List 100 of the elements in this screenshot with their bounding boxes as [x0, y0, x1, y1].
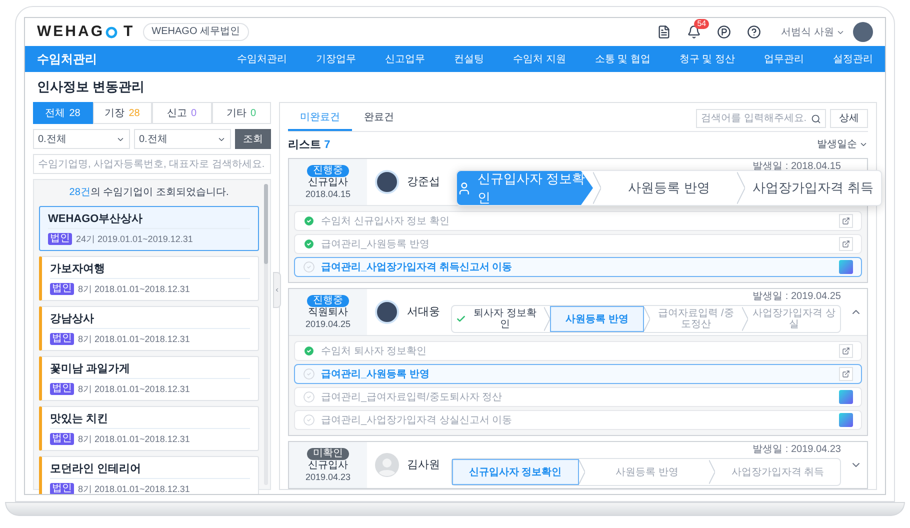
result-count-text: 28건의 수임기업이 조회되었습니다.	[68, 186, 230, 200]
filter-tab[interactable]: 전체 28	[33, 102, 92, 124]
progress-step: 신규입사자 정보확인	[452, 459, 579, 485]
occurred-date: 발생일 : 2019.04.23	[752, 444, 841, 456]
company-search-field[interactable]: 수임기업명, 사업자등록번호, 대표자로 검색하세요.	[33, 154, 271, 174]
company-type-tag: 법인	[50, 433, 74, 445]
progress-step: 사업장가입자격 취득	[715, 459, 840, 485]
progress-step: 퇴사자 정보확인	[452, 306, 544, 332]
app-shortcut-icon[interactable]	[839, 413, 853, 427]
company-card[interactable]: WEHAGO부산상사 법인 24기 2019.01.01~2019.12.31	[39, 206, 259, 251]
task-label: 급여관리_사업장가입자격 취득신고서 이동	[321, 260, 514, 274]
company-name: WEHAGO부산상사	[48, 210, 250, 229]
status-badge: 진행중	[307, 294, 349, 306]
nav-menu-item[interactable]: 업무관리	[764, 52, 804, 66]
task-row[interactable]: 급여관리_사업장가입자격 취득신고서 이동	[294, 257, 862, 277]
company-card[interactable]: 강남상사 법인 8기 2018.01.01~2018.12.31	[39, 306, 259, 351]
open-link-icon[interactable]	[839, 344, 853, 358]
company-card[interactable]: 맛있는 치킨 법인 8기 2018.01.01~2018.12.31	[39, 406, 259, 451]
change-date: 2019.04.23	[305, 472, 351, 482]
filter-select[interactable]: 0.전체	[33, 129, 130, 149]
person-icon	[457, 180, 472, 196]
detail-button[interactable]: 상세	[830, 109, 868, 128]
fiscal-period: 8기 2018.01.01~2018.12.31	[78, 333, 190, 346]
progress-step: 사원등록 반영	[584, 459, 710, 485]
fiscal-period: 8기 2018.01.01~2018.12.31	[78, 433, 190, 446]
open-link-icon[interactable]	[839, 214, 853, 228]
wehago-logo: WEHAG T	[37, 22, 135, 42]
open-link-icon[interactable]	[839, 237, 853, 251]
progress-step: 급여자료입력 /중도정산	[650, 306, 742, 332]
company-name: 강남상사	[50, 310, 250, 329]
nav-menu-item[interactable]: 수임처관리	[237, 52, 287, 66]
nav-menu-item[interactable]: 청구 및 정산	[679, 52, 735, 66]
change-type: 신규입사	[308, 460, 348, 472]
user-photo-placeholder[interactable]	[853, 22, 873, 42]
fiscal-period: 24기 2019.01.01~2019.12.31	[76, 233, 193, 246]
company-card[interactable]: 가보자여행 법인 8기 2018.01.01~2018.12.31	[39, 256, 259, 301]
company-card[interactable]: 모던라인 인테리어 법인 8기 2018.01.01~2018.12.31	[39, 456, 259, 494]
page-title: 인사정보 변동관리	[36, 78, 146, 96]
nav-menu-item[interactable]: 설정관리	[832, 52, 873, 66]
filter-select[interactable]: 0.전체	[134, 129, 231, 149]
fiscal-period: 8기 2018.01.01~2018.12.31	[78, 483, 190, 494]
company-type-tag: 법인	[50, 283, 74, 295]
company-type-tag: 법인	[48, 233, 72, 245]
change-type: 신규입사	[308, 176, 348, 188]
keyword-search-field[interactable]: 검색어를 입력해주세요.	[696, 109, 826, 128]
app-shortcut-icon[interactable]	[839, 260, 853, 274]
help-icon[interactable]	[747, 25, 762, 39]
change-date: 2018.04.15	[305, 188, 351, 200]
search-icon[interactable]	[811, 114, 821, 124]
open-link-icon[interactable]	[839, 367, 853, 381]
change-date: 2019.04.25	[305, 318, 351, 330]
employee-name: 강준섭	[407, 174, 440, 190]
user-menu[interactable]: 서범식 사원	[781, 24, 845, 40]
callout-step: 사업장가입자격 취득	[745, 171, 881, 205]
collapse-handle[interactable]	[273, 272, 281, 308]
check-icon	[456, 314, 466, 324]
company-type-tag: 법인	[50, 483, 74, 494]
company-card[interactable]: 꽃미남 과일가게 법인 8기 2018.01.01~2018.12.31	[39, 356, 259, 401]
progress-step: 사업장가입자격 상실	[748, 306, 840, 332]
task-row[interactable]: 급여관리_급여자료입력/중도퇴사자 정산	[294, 387, 862, 407]
nav-title[interactable]: 수임처관리	[37, 50, 237, 68]
task-row[interactable]: 수임처 신규입사자 정보 확인	[294, 211, 862, 231]
nav-menu-item[interactable]: 수임처 지원	[513, 52, 566, 66]
task-label: 수임처 퇴사자 정보확인	[321, 344, 428, 358]
company-type-tag: 법인	[50, 383, 74, 395]
company-name: 가보자여행	[50, 260, 250, 279]
nav-menu-item[interactable]: 소통 및 협업	[594, 52, 650, 66]
sort-dropdown[interactable]: 발생일순	[817, 137, 868, 152]
task-row[interactable]: 급여관리_사업장가입자격 상실신고서 이동	[294, 410, 862, 430]
filter-tab[interactable]: 신고 0	[152, 102, 212, 124]
fiscal-period: 8기 2018.01.01~2018.12.31	[78, 283, 190, 296]
filter-tab[interactable]: 기장 28	[92, 102, 152, 124]
point-icon[interactable]	[717, 25, 732, 39]
company-type-tag: 법인	[50, 333, 74, 345]
status-badge: 진행중	[307, 164, 349, 176]
task-row[interactable]: 수임처 퇴사자 정보확인	[294, 341, 862, 361]
task-label: 수임처 신규입사자 정보 확인	[321, 214, 450, 228]
filter-tab[interactable]: 기타 0	[212, 102, 271, 124]
company-name: 꽃미남 과일가게	[50, 360, 250, 379]
change-type: 직원퇴사	[308, 306, 348, 318]
status-tab[interactable]: 완료건	[352, 107, 406, 130]
task-row[interactable]: 급여관리_사원등록 반영	[294, 364, 862, 384]
task-label: 급여관리_사원등록 반영	[321, 368, 430, 382]
nav-menu-item[interactable]: 컨설팅	[454, 52, 484, 66]
nav-menu-item[interactable]: 기장업무	[316, 52, 356, 66]
notification-bell-icon[interactable]	[687, 25, 702, 39]
progress-step: 사원등록 반영	[550, 306, 644, 332]
fiscal-period: 8기 2018.01.01~2018.12.31	[78, 383, 190, 396]
company-tag[interactable]: WEHAGO 세무법인	[142, 23, 250, 41]
company-name: 모던라인 인테리어	[50, 460, 250, 479]
app-shortcut-icon[interactable]	[839, 390, 853, 404]
task-row[interactable]: 급여관리_사원등록 반영	[294, 234, 862, 254]
nav-menu-item[interactable]: 신고업무	[385, 52, 425, 66]
company-name: 맛있는 치킨	[50, 410, 250, 429]
search-button[interactable]: 조회	[235, 129, 271, 149]
status-tab[interactable]: 미완료건	[288, 107, 352, 130]
occurred-date: 발생일 : 2018.04.15	[752, 161, 841, 173]
employee-name: 김사원	[407, 458, 440, 473]
memo-icon[interactable]	[657, 25, 672, 39]
list-count-label: 리스트 7	[288, 138, 330, 152]
